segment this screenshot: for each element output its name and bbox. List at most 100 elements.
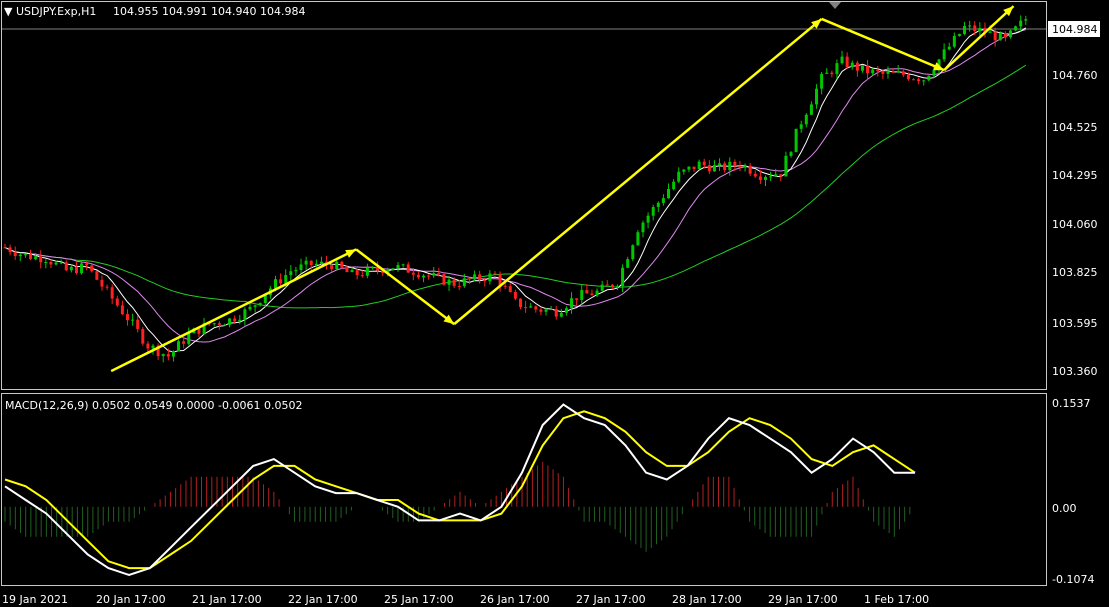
candle-body <box>3 247 7 249</box>
candle-body <box>728 161 732 171</box>
candle-body <box>646 215 650 223</box>
candle-body <box>707 165 711 172</box>
candle-body <box>968 25 972 27</box>
candle-body <box>228 318 232 325</box>
time-tick-label: 21 Jan 17:00 <box>192 593 262 606</box>
candle-body <box>503 285 507 287</box>
candle-body <box>697 161 701 170</box>
candle-body <box>600 284 604 291</box>
candle-body <box>120 305 124 315</box>
macd-signal-line <box>4 410 916 570</box>
candle-body <box>758 176 762 181</box>
candle-body <box>360 275 364 277</box>
time-tick-label: 28 Jan 17:00 <box>672 593 742 606</box>
candle-body <box>636 232 640 246</box>
candle-body <box>151 345 155 349</box>
candle-body <box>422 275 426 278</box>
chart-shift-marker-icon[interactable] <box>829 2 841 9</box>
candle-body <box>692 166 696 170</box>
candle-body <box>64 262 68 271</box>
time-tick-label: 25 Jan 17:00 <box>384 593 454 606</box>
window-menu-icon[interactable]: ▼ <box>4 5 13 18</box>
candle-body <box>519 298 522 308</box>
macd-header: MACD(12,26,9) 0.0502 0.0549 0.0000 -0.00… <box>5 399 302 412</box>
candle-body <box>447 279 451 285</box>
candle-body <box>753 173 757 177</box>
time-axis: 19 Jan 2021 20 Jan 17:00 21 Jan 17:00 22… <box>2 593 929 606</box>
candle-body <box>304 260 308 265</box>
candle-body <box>100 279 104 287</box>
candle-body <box>595 290 599 296</box>
candle-body <box>687 166 691 170</box>
candle-body <box>177 341 181 352</box>
candle-body <box>580 290 584 300</box>
candle-body <box>411 272 415 275</box>
time-tick-label: 27 Jan 17:00 <box>576 593 646 606</box>
candle-body <box>947 46 951 50</box>
candle-body <box>702 161 706 166</box>
candle-body <box>539 309 543 312</box>
candle-body <box>774 174 778 177</box>
candle-body <box>483 279 487 282</box>
candle-body <box>131 319 135 321</box>
candle-body <box>432 273 436 276</box>
candle-body <box>233 318 237 322</box>
candle-body <box>993 31 997 41</box>
candle-body <box>901 71 905 75</box>
candle-body <box>748 165 752 174</box>
macd-chart-layer <box>4 403 916 577</box>
candle-body <box>166 354 170 357</box>
candle-body <box>605 284 609 286</box>
candle-body <box>95 271 99 280</box>
candle-body <box>631 245 635 260</box>
candle-body <box>54 262 58 265</box>
candle-body <box>473 274 477 280</box>
candle-body <box>978 27 982 32</box>
candle-body <box>825 72 829 74</box>
candle-body <box>651 207 655 216</box>
candle-body <box>957 34 961 36</box>
price-tick-label: 104.760 <box>1052 69 1098 82</box>
candle-body <box>840 56 844 64</box>
candle-body <box>85 263 89 266</box>
candle-body <box>820 73 824 89</box>
price-tick-label: 103.360 <box>1052 365 1098 378</box>
candle-body <box>799 124 803 129</box>
candle-body <box>564 308 568 313</box>
candle-body <box>896 71 900 73</box>
candle-body <box>416 274 420 278</box>
candle-body <box>886 71 890 74</box>
candle-body <box>963 26 967 35</box>
candle-body <box>672 181 676 190</box>
candle-body <box>952 35 956 47</box>
candle-body <box>457 285 461 287</box>
candle-body <box>973 25 977 32</box>
candle-body <box>559 312 563 317</box>
candle-body <box>13 252 17 257</box>
candle-body <box>677 171 681 182</box>
candle-body <box>529 306 533 308</box>
candle-body <box>733 161 737 167</box>
candle-body <box>988 31 992 33</box>
candle-body <box>452 279 456 286</box>
candle-body <box>610 284 614 287</box>
candle-body <box>488 273 492 282</box>
candle-body <box>39 256 43 263</box>
candle-body <box>860 65 864 71</box>
candle-body <box>738 166 742 168</box>
candle-body <box>253 305 257 307</box>
candle-body <box>335 261 339 270</box>
candle-body <box>615 286 619 288</box>
candle-body <box>110 287 114 299</box>
candle-body <box>294 270 298 272</box>
candle-body <box>508 286 512 292</box>
candle-body <box>115 298 119 306</box>
candle-body <box>779 174 783 177</box>
candle-body <box>467 278 471 280</box>
candle-body <box>442 274 446 285</box>
candle-body <box>8 247 12 253</box>
candle-body <box>319 261 323 264</box>
candle-body <box>258 302 262 306</box>
candle-body <box>891 71 895 73</box>
candle-body <box>29 254 33 260</box>
